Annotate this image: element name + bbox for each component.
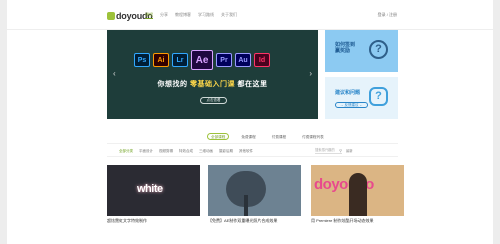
course-card[interactable]: white 超炫霓虹文字特效制作 [107, 165, 200, 223]
search-input[interactable]: 搜索感兴趣的 ⚲ [315, 148, 342, 154]
filter-vfx[interactable]: 特效合成 [179, 149, 193, 154]
filter-bar: 全部分类 平面设计 视频剪辑 特效合成 三维动画 摄影后期 其他软件 搜索感兴趣… [107, 143, 398, 157]
course-thumbnail[interactable]: doyoudo [311, 165, 404, 216]
feedback-card[interactable]: 建议和问题 → 反馈建议 ← ? [325, 77, 398, 119]
course-thumbnail[interactable] [208, 165, 301, 216]
tab-free-courses[interactable]: 免费课程 [237, 133, 259, 140]
indesign-icon: Id [254, 53, 270, 67]
filter-video[interactable]: 视频剪辑 [159, 149, 173, 154]
person-figure [349, 173, 367, 216]
logo-icon [107, 12, 115, 20]
filter-photo[interactable]: 摄影后期 [219, 149, 233, 154]
filter-other[interactable]: 其他软件 [239, 149, 253, 154]
nav-item-courses[interactable]: 课程 [145, 12, 153, 19]
hero-banner[interactable]: ‹ › Ps Ai Lr Ae Pr Au Id 你想找的 零基础入门课 都在这… [107, 30, 318, 119]
tree-trunk [244, 195, 248, 216]
question-icon: ? [369, 40, 388, 59]
banner-button[interactable]: 点击查看 [200, 97, 227, 104]
nav-item-share[interactable]: 分享 [160, 12, 168, 19]
thumbnail-word: white [137, 183, 163, 195]
course-title[interactable]: 用 Premiere 制作炫酷开场动态效果 [311, 218, 404, 223]
nav-item-about[interactable]: 关于我们 [221, 12, 237, 19]
audition-icon: Au [235, 53, 251, 67]
course-card[interactable]: 【免费】AE制作双重曝光照片合成效果 [208, 165, 301, 223]
chevron-right-icon[interactable]: › [309, 69, 312, 78]
course-tabs: 全部课程 免费课程 付费课程 付费课程列表 [207, 133, 328, 140]
search-icon[interactable]: ⚲ [339, 148, 342, 153]
after-effects-icon: Ae [191, 50, 213, 70]
lightroom-icon: Lr [172, 53, 188, 67]
tab-paid-courses[interactable]: 付费课程 [268, 133, 290, 140]
premiere-icon: Pr [216, 53, 232, 67]
checkin-card[interactable]: 如何签到 赢奖励 ? [325, 30, 398, 72]
login-link[interactable]: 登录 / 注册 [378, 12, 397, 18]
slogan-pre: 你想找的 [157, 81, 188, 88]
course-title[interactable]: 超炫霓虹文字特效制作 [107, 218, 200, 223]
filter-all[interactable]: 全部分类 [119, 149, 133, 154]
course-thumbnail[interactable]: white [107, 165, 200, 216]
filter-3d[interactable]: 三维动画 [199, 149, 213, 154]
slogan-highlight: 零基础入门课 [190, 81, 235, 88]
category-filters: 全部分类 平面设计 视频剪辑 特效合成 三维动画 摄影后期 其他软件 [119, 149, 253, 154]
app-icons: Ps Ai Lr Ae Pr Au Id [134, 50, 270, 70]
tab-all-courses[interactable]: 全部课程 [207, 133, 230, 140]
feedback-pill[interactable]: → 反馈建议 ← [335, 102, 368, 108]
slogan-post: 都在这里 [237, 81, 268, 88]
page: doyoudo 课程 分享 教程博客 学习路线 关于我们 登录 / 注册 ‹ ›… [7, 0, 493, 244]
checkin-title-line2: 赢奖励 [335, 48, 351, 54]
nav-item-blog[interactable]: 教程博客 [175, 12, 191, 19]
course-card[interactable]: doyoudo 用 Premiere 制作炫酷开场动态效果 [311, 165, 404, 223]
chevron-left-icon[interactable]: ‹ [113, 69, 116, 78]
course-title[interactable]: 【免费】AE制作双重曝光照片合成效果 [208, 218, 301, 223]
nav-item-path[interactable]: 学习路线 [198, 12, 214, 19]
checkin-title: 如何签到 赢奖励 [335, 42, 355, 54]
illustrator-icon: Ai [153, 53, 169, 67]
feedback-title: 建议和问题 [335, 90, 361, 96]
banner-slogan: 你想找的 零基础入门课 都在这里 [107, 79, 318, 89]
chat-question-icon: ? [369, 87, 388, 106]
main-nav: 课程 分享 教程博客 学习路线 关于我们 [145, 12, 237, 19]
filter-graphic[interactable]: 平面设计 [139, 149, 153, 154]
sort-latest[interactable]: 最新 [346, 148, 353, 153]
search-placeholder: 搜索感兴趣的 [315, 148, 335, 152]
top-bar: doyoudo 课程 分享 教程博客 学习路线 关于我们 登录 / 注册 [7, 0, 493, 30]
photoshop-icon: Ps [134, 53, 150, 67]
tab-paid-list[interactable]: 付费课程列表 [298, 133, 328, 140]
